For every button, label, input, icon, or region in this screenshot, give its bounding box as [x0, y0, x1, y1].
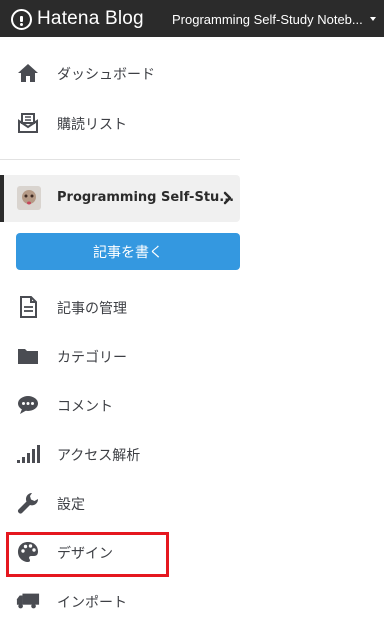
chevron-right-icon: [221, 189, 235, 207]
blog-avatar: [17, 186, 41, 210]
logo-text: Hatena Blog: [37, 8, 144, 29]
sidebar-item-label: インポート: [57, 595, 127, 611]
blog-title: Programming Self-Stu...: [57, 190, 235, 205]
sidebar-item-label: 記事の管理: [57, 301, 127, 317]
hatena-logo-icon: [11, 8, 32, 30]
folder-icon: [16, 344, 40, 368]
sidebar-item-categories[interactable]: カテゴリー: [0, 336, 240, 376]
sidebar-item-manage-articles[interactable]: 記事の管理: [0, 287, 240, 327]
sidebar-divider: [0, 159, 240, 160]
write-article-button[interactable]: 記事を書く: [16, 233, 240, 270]
home-icon: [16, 61, 40, 85]
sidebar-item-design[interactable]: デザイン: [0, 532, 240, 572]
sidebar-nav: ダッシュボード 購読リスト Programming Self-Stu... 記事…: [0, 37, 240, 628]
active-indicator: [0, 175, 4, 222]
current-blog-selector[interactable]: Programming Self-Stu...: [0, 175, 240, 222]
analytics-bars-icon: [16, 442, 40, 466]
sidebar-item-label: カテゴリー: [57, 350, 127, 366]
top-header-bar: Hatena Blog Programming Self-Study Noteb…: [0, 0, 384, 37]
wrench-icon: [16, 491, 40, 515]
comment-icon: [16, 393, 40, 417]
sidebar-item-label: ダッシュボード: [57, 67, 155, 83]
sidebar-item-dashboard[interactable]: ダッシュボード: [0, 53, 240, 93]
sidebar-item-label: コメント: [57, 399, 113, 415]
sidebar-item-analytics[interactable]: アクセス解析: [0, 434, 240, 474]
sidebar-item-comments[interactable]: コメント: [0, 385, 240, 425]
sidebar-item-label: 購読リスト: [57, 117, 127, 133]
palette-icon: [16, 540, 40, 564]
blog-switcher-dropdown[interactable]: Programming Self-Study Noteb...: [172, 10, 376, 28]
subscription-icon: [16, 111, 40, 135]
sidebar-item-subscriptions[interactable]: 購読リスト: [0, 103, 240, 143]
sidebar-item-label: アクセス解析: [57, 448, 141, 464]
sidebar-item-settings[interactable]: 設定: [0, 483, 240, 523]
sidebar-item-import[interactable]: インポート: [0, 581, 240, 621]
hatena-blog-logo[interactable]: Hatena Blog: [11, 8, 144, 30]
truck-icon: [16, 589, 40, 613]
sidebar-item-label: デザイン: [57, 546, 113, 562]
dropdown-caret-icon: [369, 17, 376, 21]
document-icon: [16, 295, 40, 319]
sidebar-item-label: 設定: [57, 497, 85, 513]
blog-switcher-label: Programming Self-Study Noteb...: [172, 11, 363, 27]
